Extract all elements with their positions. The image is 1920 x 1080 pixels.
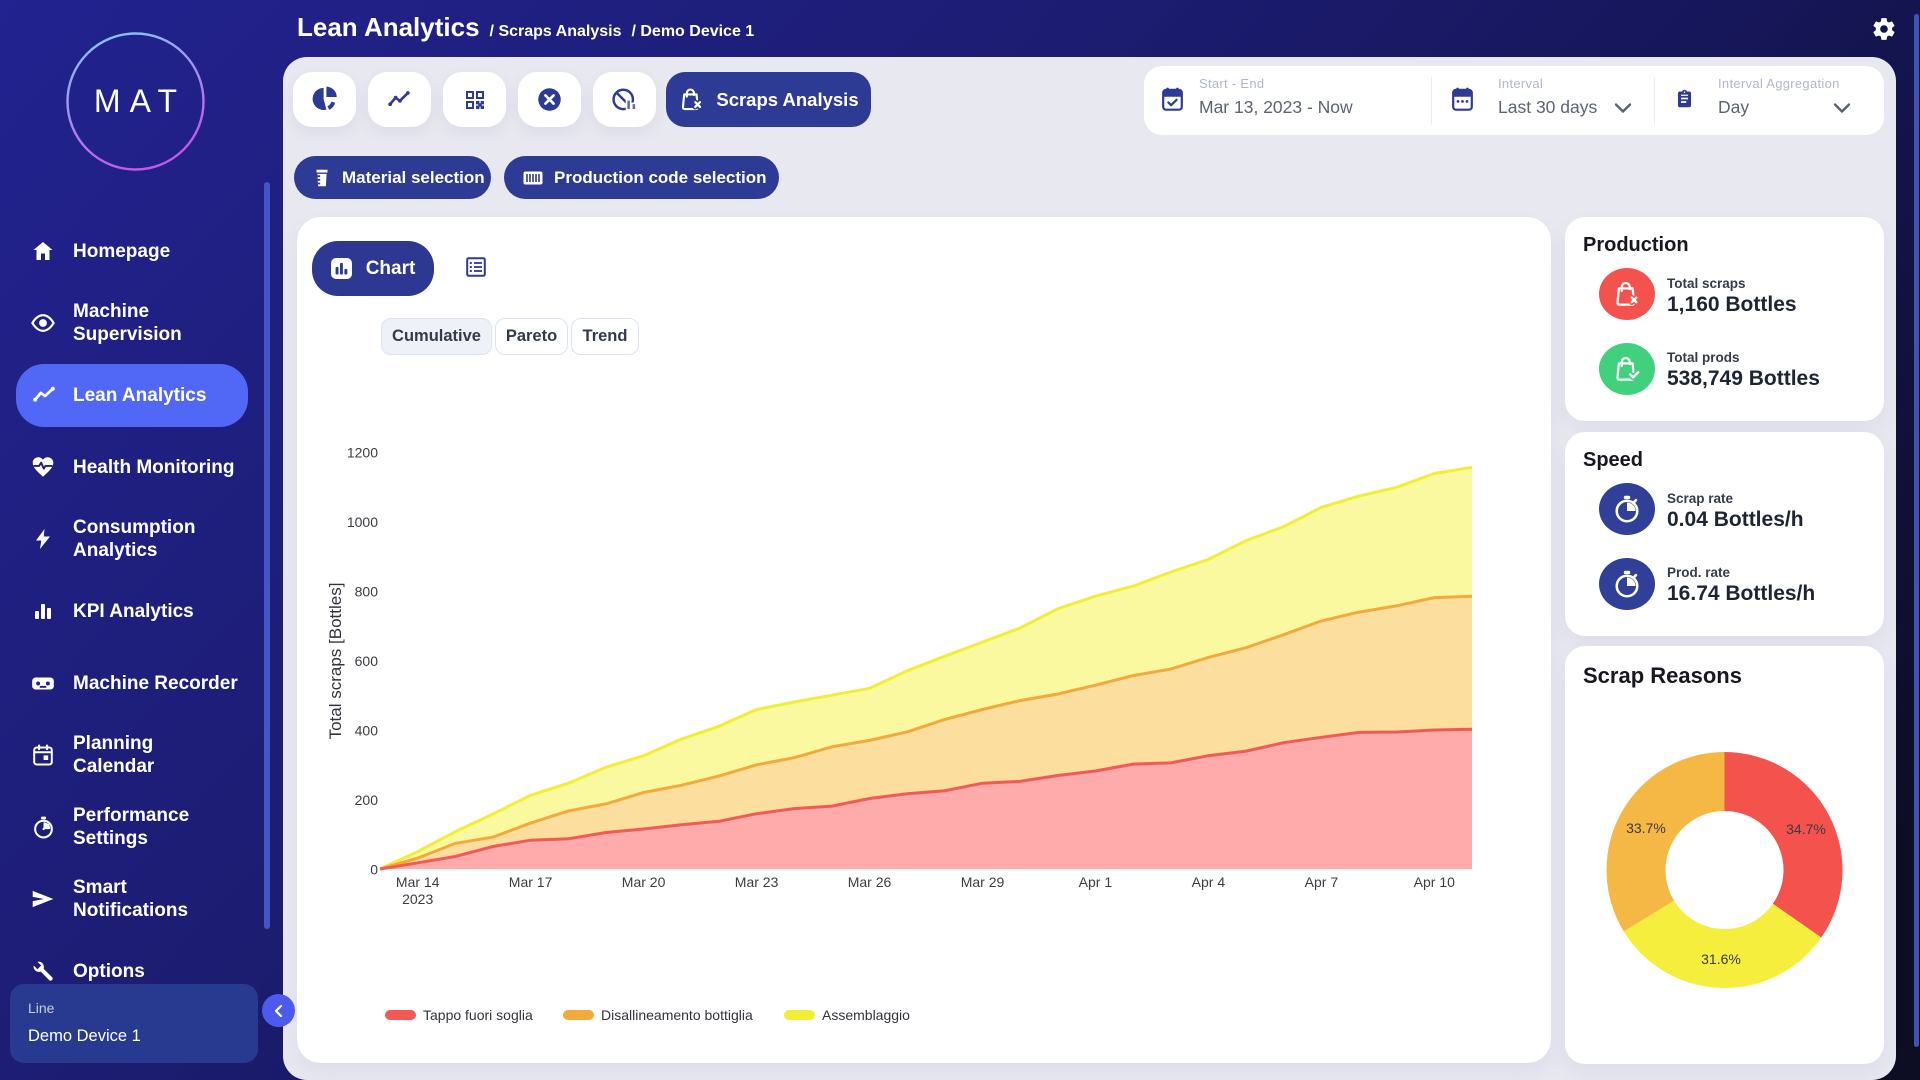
svg-text:2023: 2023 [402, 891, 433, 907]
svg-text:Apr 10: Apr 10 [1414, 874, 1455, 890]
svg-text:Total scraps [Bottles]: Total scraps [Bottles] [326, 583, 345, 740]
svg-text:800: 800 [355, 584, 379, 600]
svg-text:Apr 4: Apr 4 [1192, 874, 1226, 890]
svg-text:Apr 1: Apr 1 [1079, 874, 1113, 890]
svg-text:1200: 1200 [347, 445, 378, 461]
svg-text:34.7%: 34.7% [1786, 821, 1826, 837]
svg-text:Mar 20: Mar 20 [622, 874, 666, 890]
svg-text:0: 0 [370, 862, 378, 878]
svg-text:Mar 23: Mar 23 [735, 874, 779, 890]
svg-text:1000: 1000 [347, 514, 378, 530]
svg-text:Mar 26: Mar 26 [848, 874, 892, 890]
svg-text:Mar 29: Mar 29 [961, 874, 1005, 890]
svg-text:Apr 7: Apr 7 [1305, 874, 1339, 890]
svg-text:31.6%: 31.6% [1701, 951, 1741, 967]
svg-text:400: 400 [355, 723, 379, 739]
svg-text:200: 200 [355, 792, 379, 808]
svg-text:Mar 17: Mar 17 [509, 874, 553, 890]
svg-text:Mar 14: Mar 14 [396, 874, 440, 890]
svg-text:600: 600 [355, 653, 379, 669]
svg-text:33.7%: 33.7% [1626, 820, 1666, 836]
